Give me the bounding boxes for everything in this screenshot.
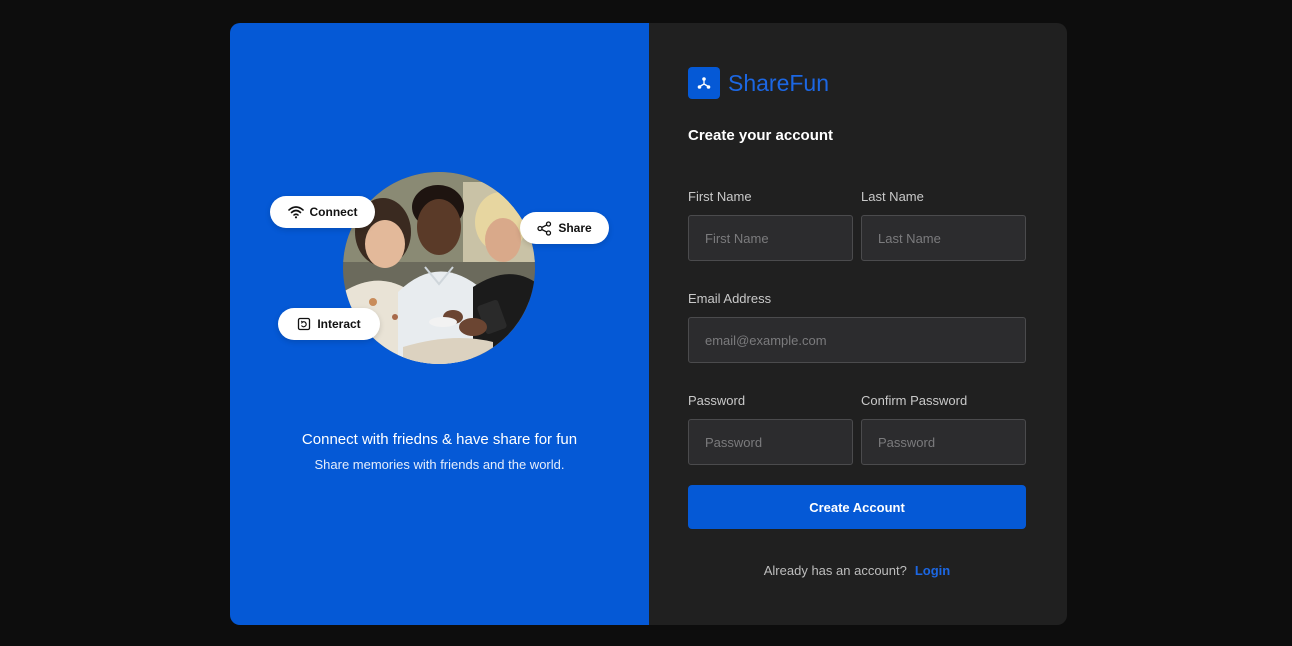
interact-label: Interact — [317, 317, 361, 331]
first-name-label: First Name — [688, 189, 752, 204]
interact-pill: Interact — [278, 308, 380, 340]
sharefun-logo-icon — [688, 67, 720, 99]
first-name-input[interactable] — [688, 215, 853, 261]
hero-title: Connect with friedns & have share for fu… — [301, 431, 578, 448]
hero-panel: Connect Share Interact Connect with frie… — [230, 23, 649, 625]
email-group: Email Address — [688, 291, 1026, 363]
connect-pill: Connect — [270, 196, 375, 228]
confirm-password-label: Confirm Password — [861, 393, 968, 408]
email-label: Email Address — [688, 291, 772, 306]
login-row: Already has an account? Login — [688, 563, 1026, 578]
last-name-input[interactable] — [861, 215, 1026, 261]
form-title: Create your account — [688, 127, 834, 144]
signup-form-panel: ShareFun Create your account First Name … — [649, 23, 1067, 625]
password-input[interactable] — [688, 419, 853, 465]
password-label: Password — [688, 393, 746, 408]
brand-name: ShareFun — [728, 69, 830, 96]
share-label: Share — [558, 221, 592, 235]
confirm-password-input[interactable] — [861, 419, 1026, 465]
hero-subtitle: Share memories with friends and the worl… — [314, 457, 565, 472]
brand: ShareFun — [688, 67, 829, 99]
share-pill: Share — [520, 212, 609, 244]
password-group: Password — [688, 393, 853, 465]
wifi-icon — [287, 205, 304, 219]
email-input[interactable] — [688, 317, 1026, 363]
first-name-group: First Name — [688, 189, 853, 261]
login-prompt: Already has an account? — [763, 563, 907, 578]
last-name-label: Last Name — [861, 189, 924, 204]
create-account-button[interactable]: Create Account — [688, 485, 1026, 529]
interact-icon — [297, 317, 311, 331]
signup-card: Connect Share Interact Connect with frie… — [230, 23, 1067, 625]
login-link[interactable]: Login — [915, 563, 950, 578]
connect-label: Connect — [309, 205, 358, 219]
share-icon — [537, 220, 552, 236]
confirm-password-group: Confirm Password — [861, 393, 1026, 465]
last-name-group: Last Name — [861, 189, 1026, 261]
